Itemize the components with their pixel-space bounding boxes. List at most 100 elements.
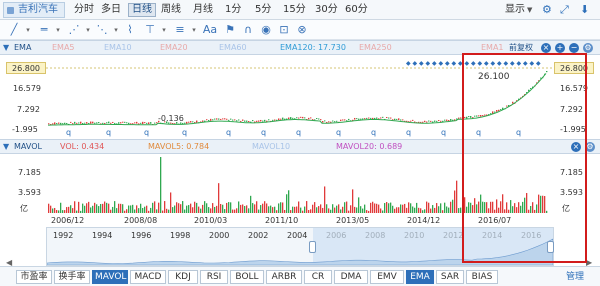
volume-bar [340,209,342,213]
lock-icon[interactable]: ⊡ [276,23,292,37]
volume-bar [370,202,372,213]
period-tab[interactable]: 分时 [71,3,97,17]
indicator-tab[interactable]: EMA [406,270,434,284]
chevron-down-icon[interactable]: ▾ [20,23,36,37]
manage-link[interactable]: 管理 [566,270,584,284]
volume-bar [318,206,320,213]
volume-bar [238,201,240,213]
volume-bar [288,190,290,213]
candle [238,119,240,121]
volume-bar [260,205,262,213]
dividend-marker: q [336,128,341,137]
expand-icon[interactable]: ⤢ [560,3,569,17]
delete-icon[interactable]: ⊗ [294,23,310,37]
period-tab[interactable]: 日线 [128,3,156,17]
volume-bar [88,201,90,213]
chevron-down-icon[interactable]: ▾ [156,23,172,37]
price-indicator-name[interactable]: EMA [14,42,31,54]
candle [412,119,414,121]
close-icon[interactable]: × [541,43,551,53]
volume-bar [178,203,180,213]
volume-bar [384,203,386,213]
stock-tab[interactable]: 吉利汽车 [3,2,65,18]
volume-bar [130,205,132,213]
indicator-tab[interactable]: ARBR [266,270,302,284]
candle [48,123,50,125]
indicator-tab[interactable]: SAR [436,270,464,284]
candle [212,119,214,121]
chevron-down-icon[interactable]: ▾ [186,23,202,37]
polyline-icon[interactable]: ⌇ [122,23,138,37]
candle [230,118,232,120]
candle [332,120,334,122]
download-icon[interactable]: ⬇ [580,3,589,17]
candle [232,119,234,121]
text-icon[interactable]: Aa [202,23,218,37]
period-tab[interactable]: 月线 [190,3,216,17]
indicator-tab[interactable]: CR [304,270,332,284]
volume-bar [186,205,188,213]
candle [344,119,346,121]
period-tab-bar: 吉利汽车 分时 多日 日线 周线 月线 1分 5分 15分 30分 60分 显示 ▼ ⚙ ⤢ ⬇ [0,0,600,20]
settings-icon[interactable]: ⚙ [542,3,552,17]
candle [150,122,152,124]
volume-bar [366,210,368,213]
candle [342,119,344,121]
indicator-tab[interactable]: RSI [200,270,228,284]
volume-bar [64,210,66,213]
indicator-tab[interactable]: MAVOL [92,270,128,284]
indicator-tab[interactable]: DMA [334,270,368,284]
chevron-down-icon[interactable]: ▾ [50,23,66,37]
candle [396,118,398,120]
volume-indicator-name[interactable]: MAVOL [14,141,42,153]
period-tab[interactable]: 多日 [98,3,124,17]
volume-bar [390,202,392,213]
volume-bar [388,203,390,213]
volume-bar [202,204,204,213]
volume-bar [298,201,300,213]
chevron-down-icon[interactable]: ▼ [3,43,9,52]
period-tab[interactable]: 5分 [252,3,274,17]
candle [426,121,428,123]
remove-icon[interactable]: − [569,43,579,53]
indicator-tab[interactable]: BIAS [466,270,498,284]
indicator-tab[interactable]: BOLL [230,270,264,284]
indicator-tab[interactable]: KDJ [168,270,198,284]
indicator-tab[interactable]: 市盈率 [16,270,52,284]
period-tab[interactable]: 15分 [280,3,309,17]
settings-icon[interactable]: ⚙ [583,43,593,53]
chevron-down-icon[interactable]: ▼ [527,3,532,17]
period-tab[interactable]: 1分 [222,3,244,17]
candle [380,117,382,119]
magnet-icon[interactable]: ∩ [240,23,256,37]
candle [368,117,370,119]
period-tab[interactable]: 60分 [342,3,371,17]
candle [448,120,450,122]
volume-bar [206,203,208,213]
volume-bar [434,207,436,213]
volume-bar [382,210,384,213]
volume-bar [454,190,456,213]
chevron-down-icon[interactable]: ▼ [3,142,9,151]
indicator-tab[interactable]: 换手率 [54,270,90,284]
candle [322,121,324,123]
indicator-tab[interactable]: EMV [370,270,404,284]
date-tick-label: 2006/12 [51,216,85,225]
period-tab[interactable]: 30分 [312,3,341,17]
add-icon[interactable]: + [555,43,565,53]
volume-bar [208,207,210,213]
volume-bar [380,208,382,213]
eye-icon[interactable]: ◉ [258,23,274,37]
indicator-tab[interactable]: MACD [130,270,166,284]
display-menu[interactable]: 显示 [505,3,525,17]
period-tab[interactable]: 周线 [158,3,184,17]
candle [444,119,446,121]
volume-bar [326,204,328,213]
range-handle-left[interactable] [309,241,316,253]
flag-icon[interactable]: ⚑ [222,23,238,37]
candle [102,122,104,124]
candle [142,121,144,125]
volume-bar [264,201,266,213]
candle [310,117,312,119]
candle [202,120,204,122]
